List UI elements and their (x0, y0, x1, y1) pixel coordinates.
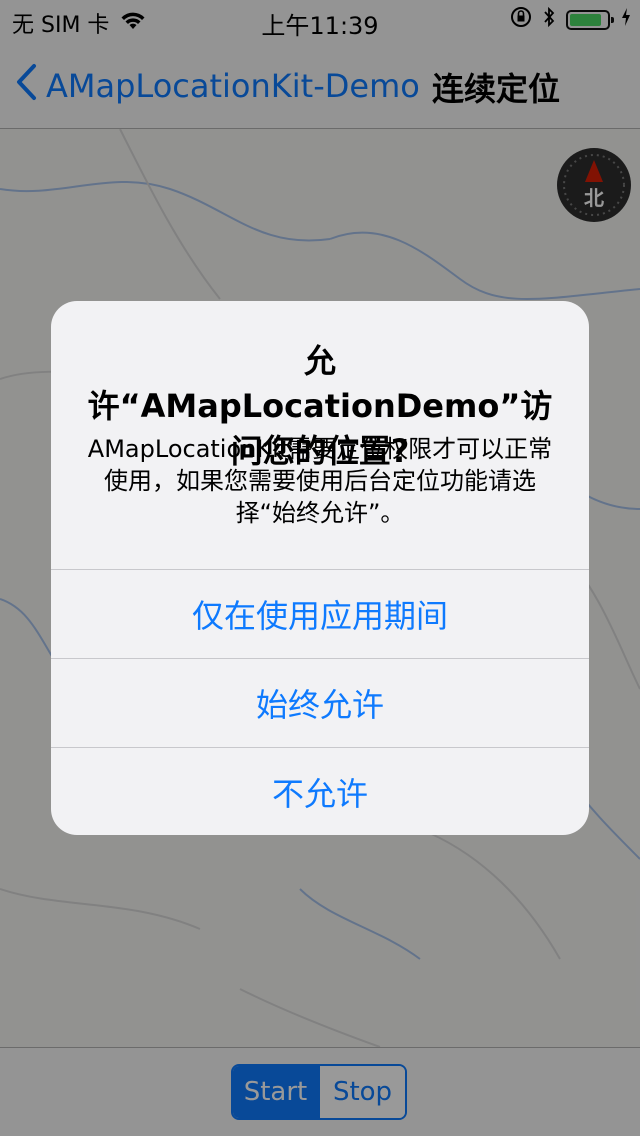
alert-message: AMapLocationKit需要定位权限才可以正常使用，如果您需要使用后台定位… (87, 435, 553, 527)
app-screen: 无 SIM 卡 上午11:39 AMapLocationKit-Demo 连续定… (0, 0, 640, 1136)
allow-while-using-button[interactable]: 仅在使用应用期间 (51, 569, 589, 658)
always-allow-button[interactable]: 始终允许 (51, 658, 589, 747)
location-permission-alert: 允许“AMapLocationDemo”访问您的位置? AMapLocation… (51, 301, 589, 835)
dont-allow-button[interactable]: 不允许 (51, 747, 589, 835)
